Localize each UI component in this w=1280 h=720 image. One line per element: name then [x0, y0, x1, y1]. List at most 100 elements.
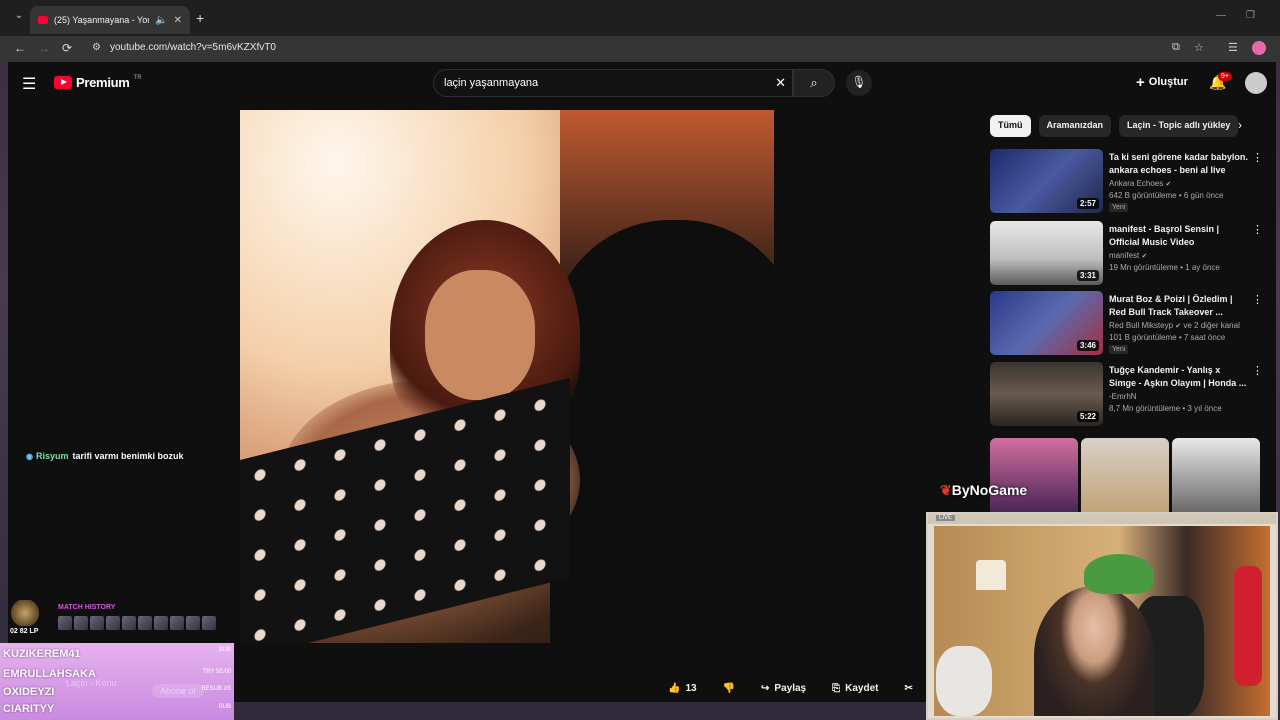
youtube-premium-logo[interactable]: Premium TR: [54, 75, 142, 90]
search-input[interactable]: laçin yaşanmayana ✕: [433, 69, 793, 97]
channel-name[interactable]: Ankara Echoes ✔: [1109, 179, 1171, 188]
video-title[interactable]: Tuğçe Kandemir - Yanlış x Simge - Aşkın …: [1109, 364, 1249, 390]
speaker-icon[interactable]: 🔈: [155, 15, 167, 26]
plus-icon: +: [1136, 74, 1145, 91]
champion-icon: [58, 616, 72, 630]
region-label: TR: [133, 74, 142, 81]
short-thumbnail[interactable]: [990, 438, 1078, 518]
verified-icon: ✔: [1165, 181, 1172, 188]
green-hat-shape: [1084, 554, 1154, 594]
more-vert-icon[interactable]: ⋮: [1252, 364, 1263, 377]
menu-icon[interactable]: ☰: [22, 74, 36, 94]
list-item[interactable]: 3:31 manifest - Başrol Sensin | Official…: [990, 221, 1263, 285]
more-vert-icon[interactable]: ⋮: [1252, 293, 1263, 306]
champion-icon: [122, 616, 136, 630]
video-thumbnail[interactable]: 2:57: [990, 149, 1103, 213]
video-thumbnail[interactable]: 3:46: [990, 291, 1103, 355]
champion-icon: [186, 616, 200, 630]
video-thumbnail[interactable]: 3:31: [990, 221, 1103, 285]
minimize-button[interactable]: —: [1216, 10, 1226, 21]
video-thumbnail[interactable]: 5:22: [990, 362, 1103, 426]
rank-widget: 02 82 LP: [6, 598, 46, 638]
like-button[interactable]: 👍 13: [660, 679, 705, 701]
streamer-figure: [1034, 586, 1154, 716]
chip-all[interactable]: Tümü: [990, 115, 1031, 137]
share-button[interactable]: ↪ Paylaş: [753, 679, 814, 701]
chip-uploader[interactable]: Laçin - Topic adlı yükley: [1119, 115, 1239, 137]
video-actions: 👍 13 👎 ↪ Paylaş ⎘ Kaydet ✂: [660, 679, 921, 701]
flame-icon: ❦: [940, 482, 952, 498]
new-badge: Yeni: [1109, 203, 1129, 212]
short-thumbnail[interactable]: [1172, 438, 1260, 518]
save-button[interactable]: ⎘ Kaydet: [824, 679, 886, 701]
reading-list-icon[interactable]: ☰: [1228, 41, 1238, 54]
tab-close-icon[interactable]: ✕: [174, 15, 182, 26]
verified-icon: ✔: [1175, 323, 1182, 330]
reload-button[interactable]: ⟳: [62, 41, 72, 55]
account-avatar[interactable]: [1245, 72, 1267, 94]
chat-badge-icon: ◉: [26, 452, 33, 461]
video-player[interactable]: [240, 110, 774, 643]
champion-icon: [170, 616, 184, 630]
webcam-feed: [934, 526, 1270, 716]
thumbs-down-icon: 👎: [722, 683, 736, 694]
list-item[interactable]: 5:22 Tuğçe Kandemir - Yanlış x Simge - A…: [990, 362, 1263, 426]
rank-lp: 02 82 LP: [10, 628, 39, 635]
share-icon: ↪: [761, 683, 770, 694]
rank-emblem-icon: [10, 600, 40, 626]
webcam-frame: LIVE: [926, 512, 1278, 720]
duration-badge: 2:57: [1076, 198, 1099, 209]
video-title[interactable]: Murat Boz & Poizi | Özledim | Red Bull T…: [1109, 293, 1249, 319]
clip-button[interactable]: ✂: [896, 679, 920, 701]
list-item[interactable]: 3:46 Murat Boz & Poizi | Özledim | Red B…: [990, 291, 1263, 355]
new-tab-button[interactable]: +: [196, 10, 204, 26]
thumbs-up-icon: 👍: [668, 683, 681, 694]
forward-button[interactable]: →: [38, 41, 50, 55]
short-thumbnail[interactable]: [1081, 438, 1169, 518]
video-title[interactable]: Ta ki seni görene kadar babylon. ankara …: [1109, 151, 1249, 177]
sub-tag: RESUB X5: [201, 686, 231, 692]
browser-profile-icon[interactable]: [1252, 41, 1266, 55]
sub-name: OXIDEYZI: [3, 686, 55, 698]
url-field[interactable]: youtube.com/watch?v=5m6vKZXfvT0: [110, 42, 276, 53]
tab-search-button[interactable]: ⌄: [10, 10, 28, 28]
video-title[interactable]: manifest - Başrol Sensin | Official Musi…: [1109, 223, 1249, 249]
search-button[interactable]: ⌕: [793, 69, 835, 97]
voice-search-button[interactable]: 🎙: [846, 70, 872, 96]
browser-tab[interactable]: (25) Yaşanmayana - YouTub 🔈 ✕: [30, 6, 190, 34]
youtube-favicon-icon: [38, 16, 48, 24]
bookmark-star-icon[interactable]: ☆: [1194, 41, 1204, 54]
browser-tab-bar: ⌄ (25) Yaşanmayana - YouTub 🔈 ✕ + — ❐: [0, 0, 1280, 36]
channel-name[interactable]: manifest ✔: [1109, 251, 1147, 260]
cast-icon[interactable]: ⧉: [1172, 41, 1180, 54]
clear-search-icon[interactable]: ✕: [775, 75, 786, 91]
restore-button[interactable]: ❐: [1246, 10, 1255, 21]
notification-badge: 9+: [1218, 72, 1232, 81]
lamp-shape: [976, 560, 1006, 590]
list-item[interactable]: 2:57 Ta ki seni görene kadar babylon. an…: [990, 149, 1263, 213]
address-bar: ← → ⟳ ⚙ youtube.com/watch?v=5m6vKZXfvT0 …: [0, 36, 1280, 62]
sponsor-logo: ❦ByNoGame: [940, 482, 1028, 498]
dislike-button[interactable]: 👎: [715, 679, 743, 701]
video-meta: 19 Mn görüntüleme • 1 ay önce: [1109, 263, 1220, 272]
screen: ⌄ (25) Yaşanmayana - YouTub 🔈 ✕ + — ❐ ← …: [0, 0, 1280, 720]
more-vert-icon[interactable]: ⋮: [1252, 223, 1263, 236]
sub-tag: SUB: [218, 647, 231, 653]
red-light-shape: [1234, 566, 1262, 686]
chevron-right-icon[interactable]: ›: [1238, 118, 1242, 132]
back-button[interactable]: ←: [14, 41, 26, 55]
new-badge: Yeni: [1109, 345, 1129, 354]
chip-from-search[interactable]: Aramanızdan: [1038, 115, 1112, 137]
site-info-icon[interactable]: ⚙: [92, 42, 101, 53]
create-button[interactable]: + Oluştur: [1136, 74, 1188, 91]
related-chips: Tümü Aramanızdan Laçin - Topic adlı yükl…: [990, 115, 1239, 137]
more-vert-icon[interactable]: ⋮: [1252, 151, 1263, 164]
video-meta: 101 B görüntüleme • 7 saat önce: [1109, 333, 1226, 342]
champion-icon: [202, 616, 216, 630]
video-figure-man: [550, 220, 774, 643]
channel-name[interactable]: Red Bull Miksteyp ✔ ve 2 diğer kanal: [1109, 321, 1240, 330]
champion-icon: [74, 616, 88, 630]
ghost-channel-name: Laçin - Konu: [66, 678, 117, 688]
search-icon: ⌕: [810, 75, 818, 90]
channel-name[interactable]: -EmrhN: [1109, 392, 1137, 401]
